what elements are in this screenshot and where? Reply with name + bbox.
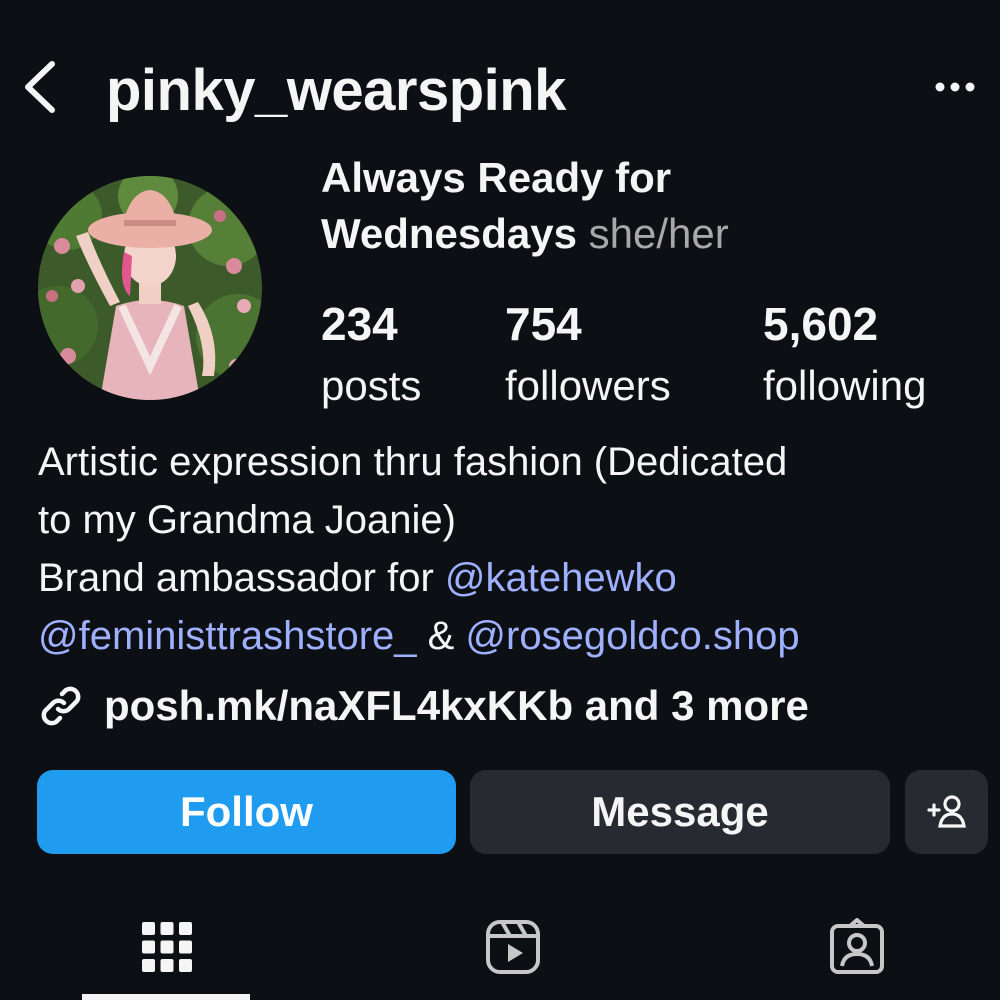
mention-katehewko[interactable]: @katehewko [445, 556, 677, 600]
followers-label: followers [505, 362, 671, 409]
following-label: following [763, 362, 927, 409]
link-icon [41, 686, 81, 726]
posts-stat: 234 posts [321, 296, 421, 414]
display-name-text: Wednesdays [321, 210, 577, 257]
more-options-icon[interactable] [930, 72, 980, 102]
tab-reels[interactable] [478, 912, 548, 982]
reels-icon [486, 920, 540, 974]
profile-bio: Artistic expression thru fashion (Dedica… [38, 433, 978, 665]
mention-feministtrashstore[interactable]: @feministtrashstore_ [38, 614, 417, 658]
add-user-icon [926, 795, 966, 828]
bio-line-4: @feministtrashstore_ & @rosegoldco.shop [38, 607, 978, 665]
followers-stat[interactable]: 754 followers [505, 296, 671, 414]
back-chevron-icon[interactable] [14, 52, 64, 122]
display-name-line-1: Always Ready for [321, 154, 672, 201]
bio-brand-text: Brand ambassador for [38, 556, 445, 600]
posts-label: posts [321, 362, 422, 409]
suggested-users-button[interactable] [905, 770, 988, 854]
tab-posts-grid[interactable] [132, 912, 202, 982]
display-name-line-2: Wednesdays she/her [321, 206, 921, 262]
tab-tagged[interactable] [822, 912, 892, 982]
mention-rosegoldco[interactable]: @rosegoldco.shop [465, 614, 799, 658]
profile-display-name: Always Ready for Wednesdays she/her [321, 150, 921, 262]
bio-line-2: to my Grandma Joanie) [38, 498, 456, 542]
profile-link[interactable]: posh.mk/naXFL4kxKKb and 3 more [38, 678, 809, 734]
link-text[interactable]: posh.mk/naXFL4kxKKb and 3 more [104, 682, 809, 730]
message-button[interactable]: Message [470, 770, 890, 854]
following-stat[interactable]: 5,602 following [763, 296, 926, 414]
profile-username: pinky_wearspink [106, 58, 566, 123]
active-tab-indicator [82, 994, 250, 1000]
posts-count: 234 [321, 298, 398, 350]
pronouns-label: she/her [588, 210, 729, 257]
followers-count: 754 [505, 298, 582, 350]
grid-icon [142, 922, 192, 972]
following-count: 5,602 [763, 298, 879, 350]
bio-line-1: Artistic expression thru fashion (Dedica… [38, 440, 788, 484]
bio-connector: & [416, 614, 466, 658]
follow-button[interactable]: Follow [37, 770, 456, 854]
profile-avatar[interactable] [38, 176, 262, 400]
bio-line-3: Brand ambassador for @katehewko [38, 549, 978, 607]
tagged-user-icon [830, 918, 884, 974]
